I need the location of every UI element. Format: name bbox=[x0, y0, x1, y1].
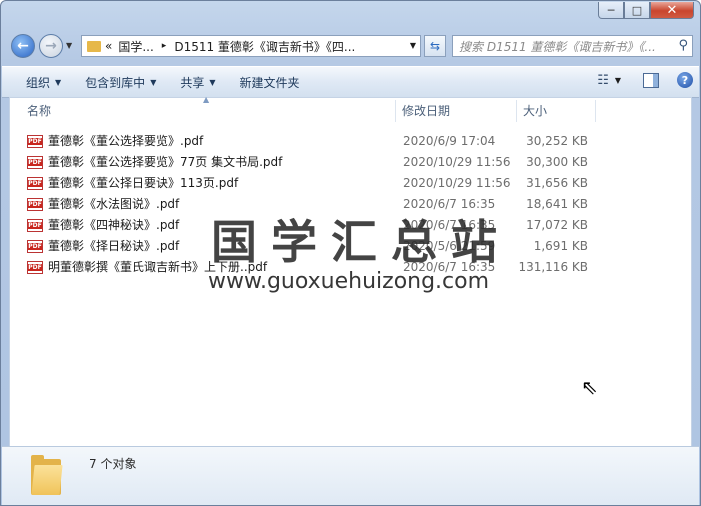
breadcrumb-current-folder[interactable]: D1511 董德彰《诹吉新书》《四... bbox=[174, 38, 355, 55]
pdf-icon: PDF bbox=[27, 156, 43, 169]
file-size: 31,656 KB bbox=[526, 176, 588, 190]
share-button[interactable]: 共享 ▼ bbox=[180, 74, 215, 91]
file-name: 董德彰《董公选择要览》77页 集文书局.pdf bbox=[48, 155, 283, 169]
file-size: 131,116 KB bbox=[518, 260, 588, 274]
file-row[interactable]: PDF 董德彰《董公选择要览》77页 集文书局.pdf 2020/10/29 1… bbox=[10, 152, 691, 173]
file-name: 董德彰《董公选择要览》.pdf bbox=[48, 134, 204, 148]
column-divider[interactable] bbox=[395, 100, 396, 122]
view-dropdown-icon[interactable]: ▼ bbox=[615, 76, 621, 85]
minimize-button[interactable]: ─ bbox=[598, 2, 624, 19]
organize-button[interactable]: 组织 ▼ bbox=[26, 74, 61, 91]
caption-buttons: ─ □ ✕ bbox=[598, 2, 694, 19]
folder-icon bbox=[87, 40, 101, 52]
forward-arrow-icon: → bbox=[45, 38, 57, 54]
search-placeholder: 搜索 D1511 董德彰《诹吉新书》《... bbox=[459, 39, 656, 54]
address-dropdown-icon[interactable]: ▼ bbox=[410, 41, 416, 50]
pdf-icon: PDF bbox=[27, 135, 43, 148]
organize-label: 组织 bbox=[26, 75, 51, 90]
chevron-down-icon: ▼ bbox=[150, 77, 157, 87]
file-size: 18,641 KB bbox=[526, 197, 588, 211]
include-in-library-button[interactable]: 包含到库中 ▼ bbox=[85, 74, 156, 91]
new-folder-button[interactable]: 新建文件夹 bbox=[240, 74, 300, 91]
help-icon[interactable]: ? bbox=[677, 72, 693, 88]
toolbar-right: ☷ ▼ ? bbox=[597, 72, 693, 88]
pdf-icon: PDF bbox=[27, 261, 43, 274]
mouse-cursor-icon: ⇖ bbox=[581, 375, 598, 399]
file-size: 17,072 KB bbox=[526, 218, 588, 232]
column-divider[interactable] bbox=[595, 100, 596, 122]
pdf-icon: PDF bbox=[27, 177, 43, 190]
search-input[interactable]: 搜索 D1511 董德彰《诹吉新书》《... ⚲ bbox=[452, 35, 693, 57]
search-icon[interactable]: ⚲ bbox=[678, 38, 688, 53]
file-row[interactable]: PDF 董德彰《董公择日要诀》113页.pdf 2020/10/29 11:56… bbox=[10, 173, 691, 194]
breadcrumb-separator[interactable]: ▸ bbox=[162, 41, 167, 51]
file-size: 1,691 KB bbox=[533, 239, 588, 253]
breadcrumb-guoxue[interactable]: 国学... bbox=[118, 38, 153, 55]
column-date-modified[interactable]: 修改日期 bbox=[402, 98, 450, 124]
item-count: 7 个对象 bbox=[89, 457, 137, 471]
file-name: 董德彰《水法图说》.pdf bbox=[48, 197, 180, 211]
chevron-down-icon: ▼ bbox=[55, 77, 62, 87]
column-name[interactable]: 名称 bbox=[27, 98, 51, 124]
pdf-icon: PDF bbox=[27, 198, 43, 211]
watermark-url: www.guoxuehuizong.com bbox=[208, 269, 490, 294]
new-folder-label: 新建文件夹 bbox=[239, 75, 300, 90]
pdf-icon: PDF bbox=[27, 240, 43, 253]
refresh-icon: ⇆ bbox=[429, 39, 441, 53]
file-date: 2020/10/29 11:56 bbox=[403, 176, 511, 190]
recent-pages-dropdown[interactable]: ▼ bbox=[66, 41, 72, 50]
address-bar[interactable]: « 国学... ▸ D1511 董德彰《诹吉新书》《四... ▼ bbox=[81, 35, 421, 57]
file-name: 董德彰《董公择日要诀》113页.pdf bbox=[48, 176, 239, 190]
details-pane: 7 个对象 bbox=[2, 446, 699, 505]
preview-pane-icon[interactable] bbox=[643, 72, 659, 88]
back-arrow-icon: ← bbox=[17, 38, 29, 54]
address-overflow[interactable]: « bbox=[105, 39, 112, 53]
explorer-window: ─ □ ✕ ← → ▼ « 国学... ▸ D1511 董德彰《诹吉新书》《四.… bbox=[0, 0, 701, 506]
file-size: 30,300 KB bbox=[526, 155, 588, 169]
share-label: 共享 bbox=[180, 75, 205, 90]
navigation-bar: ← → ▼ « 国学... ▸ D1511 董德彰《诹吉新书》《四... ▼ ⇆… bbox=[9, 32, 693, 62]
sort-ascending-icon: ▲ bbox=[203, 95, 210, 104]
forward-button[interactable]: → bbox=[39, 34, 63, 58]
view-options-icon[interactable]: ☷ bbox=[597, 73, 609, 88]
column-size[interactable]: 大小 bbox=[523, 98, 547, 124]
file-date: 2020/6/9 17:04 bbox=[403, 134, 496, 148]
file-name: 董德彰《择日秘诀》.pdf bbox=[48, 239, 180, 253]
file-row[interactable]: PDF 董德彰《董公选择要览》.pdf 2020/6/9 17:04 30,25… bbox=[10, 131, 691, 152]
back-button[interactable]: ← bbox=[11, 34, 35, 58]
column-header: ▲ 名称 修改日期 大小 bbox=[10, 95, 691, 124]
maximize-button[interactable]: □ bbox=[624, 2, 650, 19]
folder-icon bbox=[31, 455, 63, 495]
chevron-down-icon: ▼ bbox=[209, 77, 216, 87]
include-in-library-label: 包含到库中 bbox=[85, 75, 146, 90]
refresh-button[interactable]: ⇆ bbox=[424, 35, 446, 57]
file-date: 2020/10/29 11:56 bbox=[403, 155, 511, 169]
pdf-icon: PDF bbox=[27, 219, 43, 232]
column-divider[interactable] bbox=[516, 100, 517, 122]
file-size: 30,252 KB bbox=[526, 134, 588, 148]
command-bar: 组织 ▼ 包含到库中 ▼ 共享 ▼ 新建文件夹 ☷ ▼ ? bbox=[2, 66, 699, 98]
file-name: 董德彰《四神秘诀》.pdf bbox=[48, 218, 180, 232]
watermark-chinese: 国学汇总站 bbox=[211, 215, 511, 269]
close-button[interactable]: ✕ bbox=[650, 2, 694, 19]
